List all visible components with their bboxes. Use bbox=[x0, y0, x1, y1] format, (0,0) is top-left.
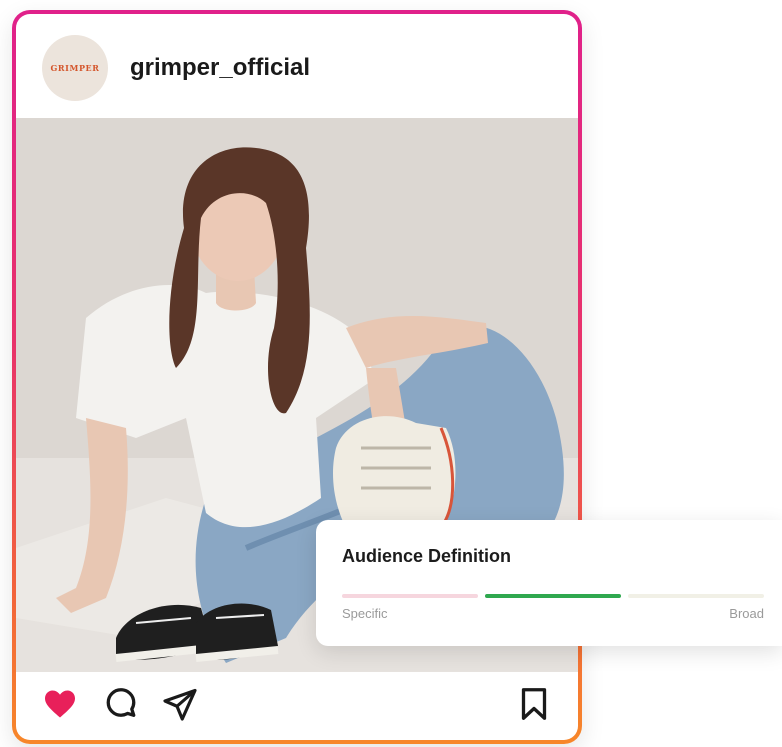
heart-icon bbox=[45, 690, 75, 718]
username[interactable]: grimper_official bbox=[130, 54, 310, 82]
post-actions-bar bbox=[16, 672, 578, 740]
avatar-logo-text: GRIMPER bbox=[50, 63, 100, 73]
share-button[interactable] bbox=[162, 686, 198, 722]
avatar[interactable]: GRIMPER bbox=[42, 35, 108, 101]
audience-definition-card: Audience Definition Specific Broad bbox=[316, 520, 782, 646]
post-header: GRIMPER grimper_official bbox=[16, 14, 578, 118]
comment-button[interactable] bbox=[103, 686, 139, 722]
slider-segment-broad bbox=[628, 594, 764, 598]
save-button[interactable] bbox=[516, 686, 552, 722]
bookmark-icon bbox=[521, 688, 547, 720]
audience-range-slider[interactable] bbox=[342, 594, 764, 598]
slider-segment-specific bbox=[342, 594, 478, 598]
slider-label-broad: Broad bbox=[729, 606, 764, 621]
slider-segment-selected bbox=[485, 594, 621, 598]
like-button[interactable] bbox=[42, 686, 78, 722]
audience-title: Audience Definition bbox=[342, 546, 512, 566]
slider-label-specific: Specific bbox=[342, 606, 388, 621]
share-icon bbox=[163, 688, 197, 721]
comment-icon bbox=[106, 688, 136, 717]
